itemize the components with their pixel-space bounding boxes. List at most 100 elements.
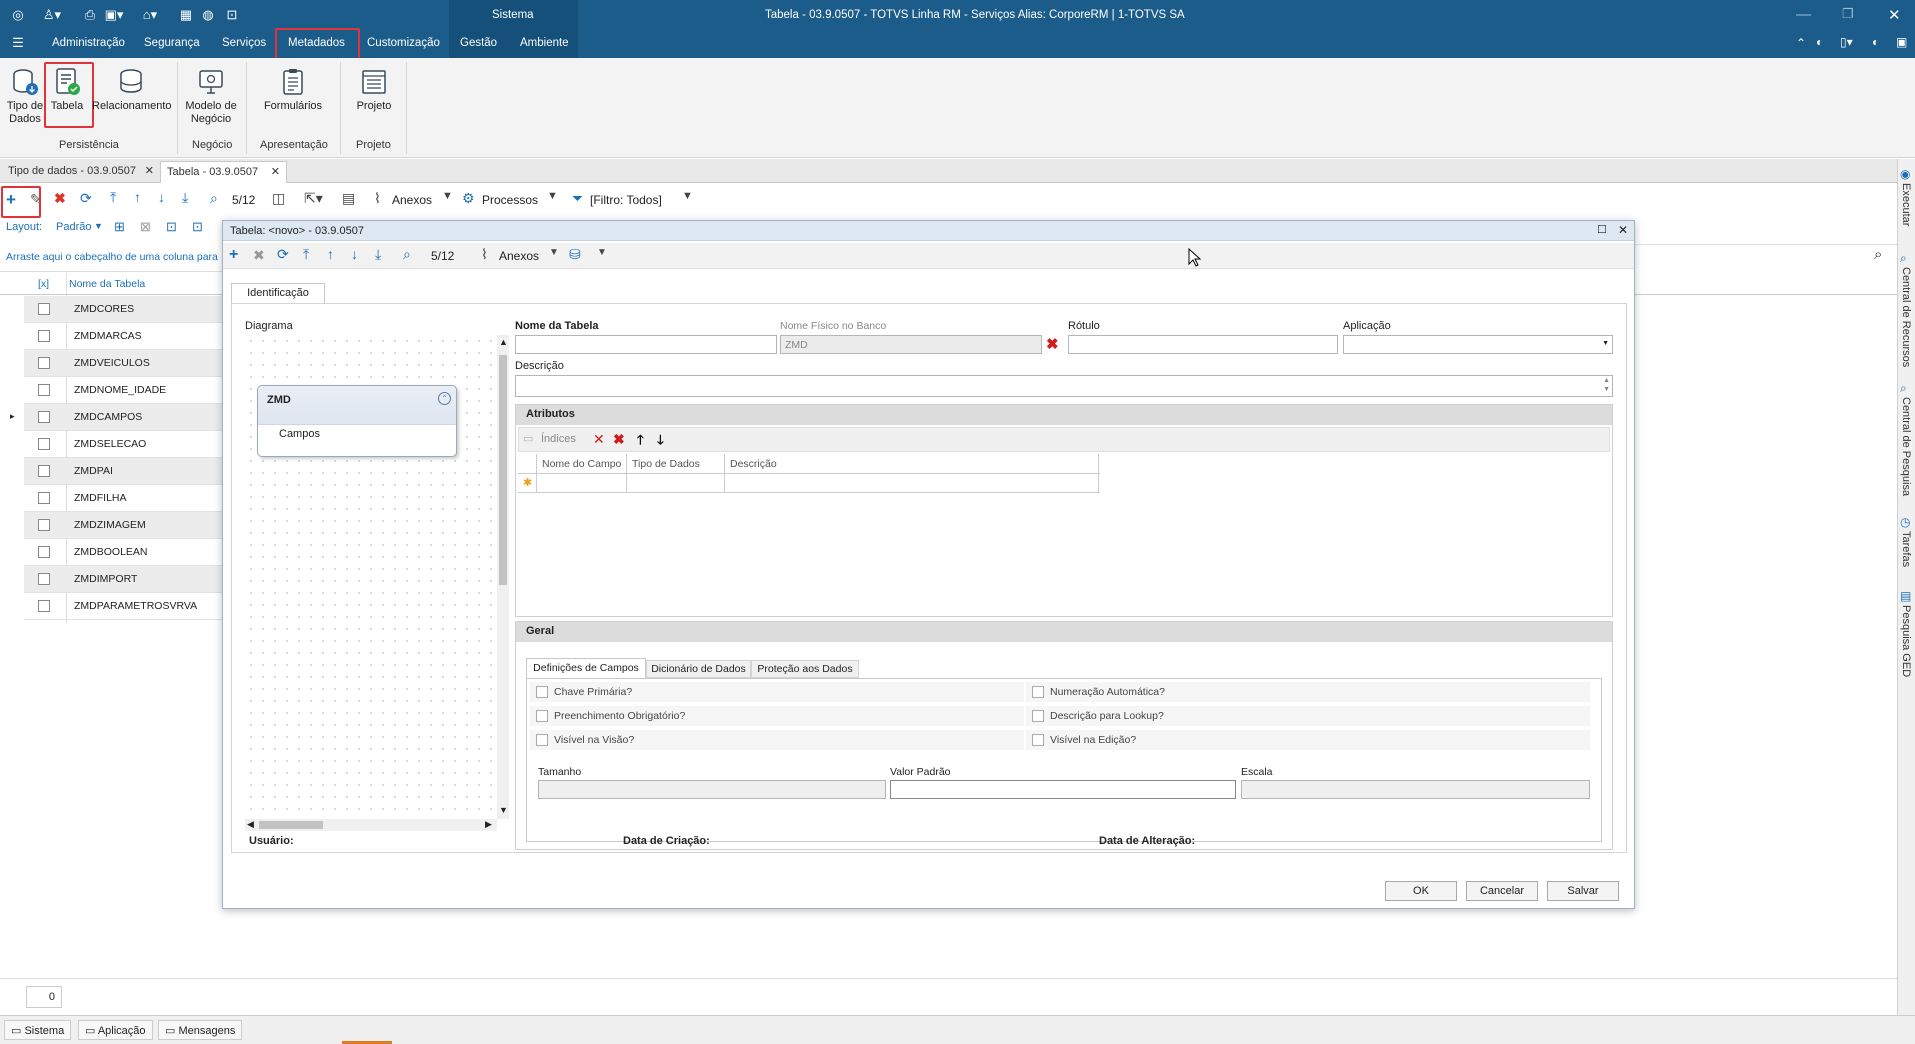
tab-definicoes[interactable]: Definições de Campos — [526, 658, 646, 678]
table-row[interactable]: ZMDPARAMETROSVRVA — [24, 593, 222, 620]
search-icon[interactable]: ⌕ — [403, 246, 411, 263]
scroll-down-icon[interactable]: ▼ — [499, 805, 508, 815]
menu-customizacao[interactable]: Customização — [367, 37, 440, 49]
col-descricao[interactable]: Descrição — [730, 458, 777, 470]
window-icon[interactable]: ⊡ — [222, 7, 242, 25]
search-icon[interactable]: ⌕ — [1874, 246, 1882, 263]
row-checkbox[interactable] — [38, 573, 50, 585]
nome-tabela-input[interactable] — [515, 335, 777, 354]
table-row[interactable]: ZMDSELECAO — [24, 431, 222, 458]
sidebar-pesquisa-ged[interactable]: Pesquisa GED — [1900, 605, 1912, 677]
nome-fisico-input[interactable]: ZMD — [780, 335, 1042, 354]
checkbox[interactable] — [1032, 710, 1044, 722]
tamanho-input[interactable] — [538, 780, 886, 799]
new-row[interactable]: ✱ — [518, 475, 1100, 493]
rotulo-input[interactable] — [1068, 335, 1338, 354]
checkbox[interactable] — [536, 686, 548, 698]
row-checkbox[interactable] — [38, 411, 50, 423]
scroll-up-icon[interactable]: ▲ — [499, 337, 508, 347]
sidebar-tarefas[interactable]: Tarefas — [1900, 531, 1912, 567]
checkbox[interactable] — [536, 710, 548, 722]
row-checkbox[interactable] — [38, 465, 50, 477]
diagram-canvas[interactable]: ZMD ⌃ Campos — [245, 335, 497, 819]
tab-tabela[interactable]: Tabela - 03.9.0507 ✕ — [160, 161, 287, 183]
indices-button[interactable]: Índices — [541, 433, 576, 445]
row-checkbox[interactable] — [38, 438, 50, 450]
status-tab-aplicacao[interactable]: ▭ Aplicação — [78, 1020, 153, 1040]
layout-icon[interactable]: ▯▾ — [1840, 35, 1853, 49]
delete-layout-icon[interactable]: ⊠ — [140, 219, 151, 235]
refresh-icon[interactable]: ⟳ — [80, 190, 92, 207]
row-checkbox[interactable] — [38, 384, 50, 396]
database-icon[interactable]: ⛁ — [569, 246, 581, 263]
upload-layout-icon[interactable]: ⊡ — [192, 219, 203, 235]
remove-icon[interactable]: ✕ — [593, 431, 605, 448]
row-checkbox[interactable] — [38, 330, 50, 342]
filter-menu[interactable]: [Filtro: Todos] — [590, 193, 662, 207]
chevron-down-icon[interactable]: ▼ — [442, 190, 453, 202]
tab-protecao[interactable]: Proteção aos Dados — [751, 660, 859, 678]
close-icon[interactable]: ✕ — [1888, 6, 1901, 24]
checkbox[interactable] — [1032, 686, 1044, 698]
minimize-icon[interactable]: — — [1796, 6, 1811, 23]
maximize-icon[interactable]: ☐ — [1597, 223, 1607, 236]
row-checkbox[interactable] — [38, 303, 50, 315]
refresh-icon[interactable]: ⟳ — [277, 246, 289, 263]
users-icon[interactable]: ♙▾ — [42, 7, 62, 25]
move-down-icon[interactable]: 🡓 — [657, 431, 664, 453]
layout-select[interactable]: Padrão — [56, 221, 91, 233]
row-checkbox[interactable] — [38, 492, 50, 504]
status-tab-sistema[interactable]: ▭ Sistema — [4, 1020, 72, 1040]
checkbox[interactable] — [536, 734, 548, 746]
sidebar-executar[interactable]: Executar — [1900, 183, 1912, 226]
processos-menu[interactable]: Processos — [482, 193, 538, 207]
scroll-thumb[interactable] — [499, 355, 507, 585]
help-icon[interactable]: ◐ — [1816, 35, 1823, 49]
menu-ambiente[interactable]: Ambiente — [520, 37, 569, 49]
delete-icon[interactable]: ✖ — [54, 190, 66, 207]
anexos-menu[interactable]: Anexos — [392, 193, 432, 207]
spin-icon[interactable]: ▲ ▼ — [1603, 376, 1610, 394]
row-checkbox[interactable] — [38, 546, 50, 558]
table-row[interactable]: ZMDCAMPOS — [24, 404, 222, 431]
table-row[interactable]: ZMDPAI — [24, 458, 222, 485]
chevron-down-icon[interactable]: ▼ — [682, 190, 693, 202]
row-checkbox[interactable] — [38, 600, 50, 612]
report-icon[interactable]: ▤ — [342, 190, 355, 207]
preview-icon[interactable]: ▣▾ — [104, 7, 124, 25]
scroll-left-icon[interactable]: ◀ — [247, 819, 254, 830]
grid-col-check[interactable]: [x] — [38, 278, 49, 290]
save-layout-icon[interactable]: ⊡ — [166, 219, 177, 235]
restore-icon[interactable]: ❐ — [1842, 6, 1854, 22]
chevron-down-icon[interactable]: ▼ — [547, 190, 558, 202]
app-menu-icon[interactable]: ☰ — [8, 35, 28, 53]
diagram-hscroll[interactable]: ◀ ▶ — [245, 819, 497, 831]
save-button[interactable]: Salvar — [1547, 881, 1619, 901]
previous-record-icon[interactable]: ↑ — [327, 246, 334, 262]
sidebar-central-recursos[interactable]: Central de Recursos — [1900, 267, 1912, 367]
last-record-icon[interactable]: ⤓ — [375, 246, 381, 263]
add-icon[interactable]: + — [229, 246, 238, 264]
first-record-icon[interactable]: ⤒ — [110, 189, 116, 206]
search-icon[interactable]: ⌕ — [210, 190, 218, 207]
delete-icon[interactable]: ✖ — [253, 247, 265, 264]
status-tab-mensagens[interactable]: ▭ Mensagens — [158, 1020, 243, 1040]
aplicacao-select[interactable]: ▼ — [1343, 335, 1613, 354]
chevron-down-icon[interactable]: ▼ — [597, 247, 607, 258]
ok-button[interactable]: OK — [1385, 881, 1457, 901]
ribbon-tipo-dados-button[interactable]: Tipo de Dados — [6, 68, 44, 126]
ribbon-projeto-button[interactable]: Projeto — [350, 68, 398, 113]
menu-servicos[interactable]: Serviços — [222, 37, 266, 49]
ribbon-modelo-negocio-button[interactable]: Modelo de Negócio — [182, 68, 240, 126]
clear-icon[interactable]: ✖ — [1046, 335, 1059, 353]
tab-identificacao[interactable]: Identificação — [231, 283, 325, 303]
close-icon[interactable]: ✕ — [145, 164, 154, 177]
scroll-thumb[interactable] — [259, 821, 323, 829]
tab-tipo-dados[interactable]: Tipo de dados - 03.9.0507 ✕ — [2, 161, 160, 183]
table-row[interactable]: ZMDBOOLEAN — [24, 539, 222, 566]
collapse-ribbon-icon[interactable]: ⌃ — [1796, 36, 1806, 50]
calculator-icon[interactable]: ▦ — [176, 7, 196, 25]
ribbon-relacionamento-button[interactable]: Relacionamento — [92, 68, 172, 113]
chevron-down-icon[interactable]: ▼ — [94, 221, 103, 231]
info-icon[interactable]: ◐ — [1872, 35, 1879, 49]
